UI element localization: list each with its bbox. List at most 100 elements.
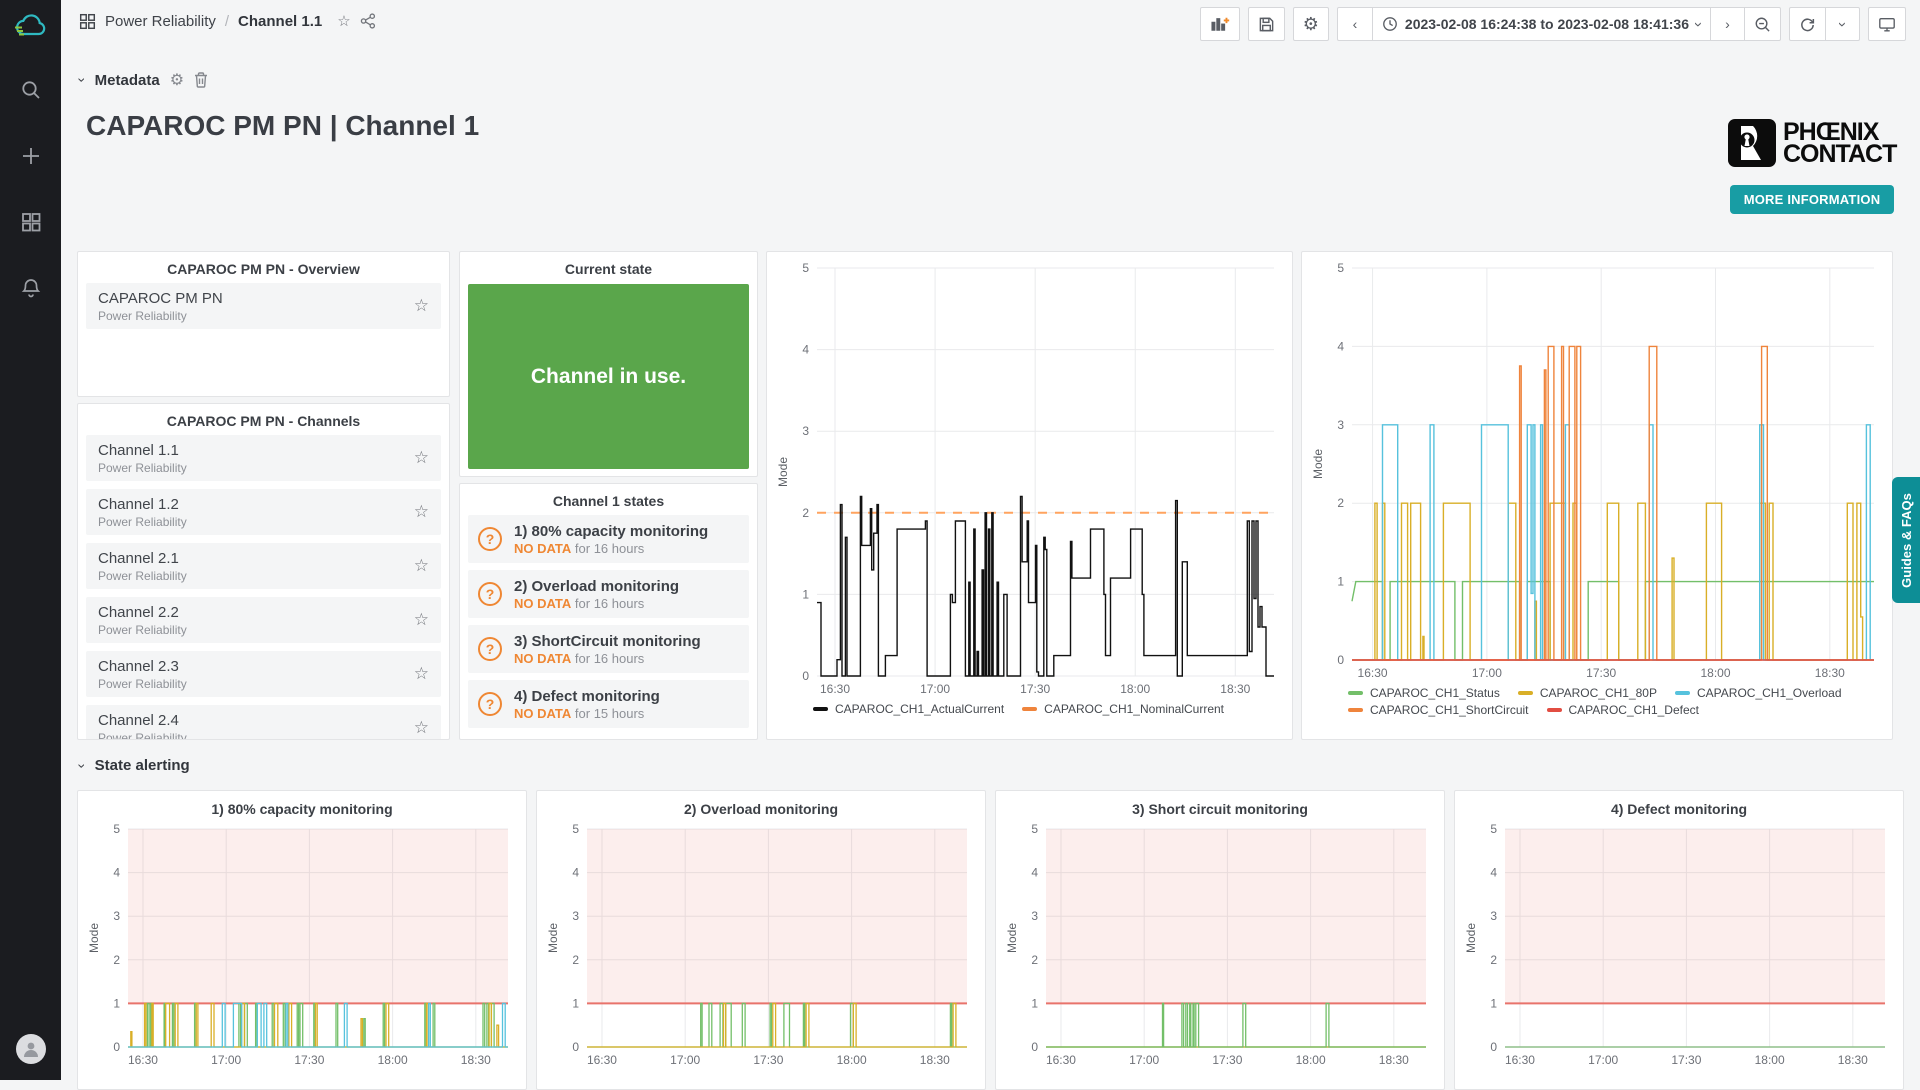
svg-text:18:30: 18:30 — [1379, 1053, 1409, 1067]
panel-title[interactable]: 3) Short circuit monitoring — [1004, 797, 1436, 819]
list-item[interactable]: Channel 1.2Power Reliability☆ — [86, 489, 441, 535]
legend-swatch — [1022, 707, 1037, 711]
dashboard-breadcrumb-icon — [79, 13, 96, 30]
svg-text:Mode: Mode — [776, 457, 790, 487]
legend-item[interactable]: CAPAROC_CH1_Status — [1348, 686, 1500, 700]
shortcircuit-chart[interactable]: 01234516:3017:0017:3018:0018:30Mode — [1004, 819, 1436, 1071]
current-chart[interactable]: 01234516:3017:0017:3018:0018:30Mode — [775, 258, 1284, 700]
list-item-text: CAPAROC PM PNPower Reliability — [98, 290, 223, 323]
star-icon[interactable]: ☆ — [414, 664, 429, 684]
user-avatar[interactable] — [16, 1034, 46, 1064]
dashboard-settings-button[interactable]: ⚙ — [1294, 8, 1328, 40]
favorite-star-button[interactable]: ☆ — [337, 12, 350, 30]
list-item[interactable]: Channel 2.4Power Reliability☆ — [86, 705, 441, 740]
list-item[interactable]: Channel 1.1Power Reliability☆ — [86, 435, 441, 481]
state-item-text: 2) Overload monitoringNO DATA for 16 hou… — [514, 578, 679, 611]
zoom-out-button[interactable] — [1744, 8, 1780, 40]
legend-swatch — [813, 707, 828, 711]
clock-icon — [1382, 16, 1398, 32]
panel-title[interactable]: Current state — [468, 258, 749, 283]
add-panel-button[interactable] — [1201, 8, 1239, 40]
sidebar-item-search[interactable] — [11, 70, 51, 110]
collapse-chevron-icon[interactable]: › — [74, 763, 90, 768]
svg-text:17:00: 17:00 — [920, 682, 950, 696]
svg-text:2: 2 — [1490, 953, 1497, 967]
panel-overload-monitoring: 2) Overload monitoring 01234516:3017:001… — [536, 790, 986, 1090]
legend-label: CAPAROC_CH1_Defect — [1569, 703, 1700, 717]
overview-list: CAPAROC PM PNPower Reliability ☆ — [86, 283, 441, 329]
star-icon[interactable]: ☆ — [414, 502, 429, 522]
defect-chart[interactable]: 01234516:3017:0017:3018:0018:30Mode — [1463, 819, 1895, 1071]
star-icon[interactable]: ☆ — [414, 296, 429, 316]
star-icon[interactable]: ☆ — [414, 718, 429, 738]
sidebar-item-alerting[interactable] — [11, 268, 51, 308]
legend-item[interactable]: CAPAROC_CH1_ActualCurrent — [813, 702, 1004, 716]
state-item-text: 1) 80% capacity monitoringNO DATA for 16… — [514, 523, 708, 556]
list-item[interactable]: Channel 2.3Power Reliability☆ — [86, 651, 441, 697]
panel-current-state: Current state Channel in use. — [459, 251, 758, 477]
panel-title[interactable]: 2) Overload monitoring — [545, 797, 977, 819]
capacity-chart[interactable]: 01234516:3017:0017:3018:0018:30Mode — [86, 819, 518, 1071]
star-icon[interactable]: ☆ — [414, 610, 429, 630]
list-item[interactable]: Channel 2.1Power Reliability☆ — [86, 543, 441, 589]
question-circle-icon: ? — [478, 582, 502, 606]
row-title-metadata[interactable]: Metadata — [95, 72, 160, 89]
sidebar-item-create[interactable] — [11, 136, 51, 176]
refresh-icon — [1799, 16, 1816, 33]
panel-title[interactable]: Channel 1 states — [468, 490, 749, 515]
states-chart[interactable]: 01234516:3017:0017:3018:0018:30Mode — [1310, 258, 1884, 684]
legend-item[interactable]: CAPAROC_CH1_80P — [1518, 686, 1657, 700]
breadcrumb-dashboard[interactable]: Channel 1.1 — [238, 13, 322, 30]
svg-text:17:00: 17:00 — [1588, 1053, 1618, 1067]
svg-text:3: 3 — [572, 909, 579, 923]
refresh-interval-dropdown[interactable]: › — [1825, 8, 1859, 40]
list-item[interactable]: Channel 2.2Power Reliability ☆ — [86, 597, 441, 643]
legend-item[interactable]: CAPAROC_CH1_Overload — [1675, 686, 1842, 700]
svg-text:17:00: 17:00 — [670, 1053, 700, 1067]
state-alerting-row: › State alerting — [80, 757, 190, 774]
star-icon[interactable]: ☆ — [414, 556, 429, 576]
list-item[interactable]: CAPAROC PM PNPower Reliability ☆ — [86, 283, 441, 329]
collapse-chevron-icon[interactable]: › — [74, 78, 90, 83]
svg-text:Mode: Mode — [1005, 923, 1019, 953]
svg-text:17:00: 17:00 — [1472, 666, 1502, 680]
save-dashboard-button[interactable] — [1249, 8, 1284, 40]
guides-faqs-tab[interactable]: Guides & FAQs — [1892, 477, 1920, 603]
svg-text:1: 1 — [113, 996, 120, 1010]
state-item[interactable]: ?3) ShortCircuit monitoringNO DATA for 1… — [468, 625, 749, 673]
panel-title[interactable]: CAPAROC PM PN - Overview — [86, 258, 441, 283]
panel-title[interactable]: 4) Defect monitoring — [1463, 797, 1895, 819]
gear-icon: ⚙ — [1303, 14, 1319, 35]
legend-item[interactable]: CAPAROC_CH1_ShortCircuit — [1348, 703, 1529, 717]
svg-text:4: 4 — [1490, 866, 1497, 880]
legend-item[interactable]: CAPAROC_CH1_NominalCurrent — [1022, 702, 1224, 716]
svg-text:5: 5 — [1031, 822, 1038, 836]
sidebar-item-dashboards[interactable] — [11, 202, 51, 242]
row-title-state-alerting[interactable]: State alerting — [95, 757, 190, 774]
svg-text:2: 2 — [572, 953, 579, 967]
panel-title[interactable]: CAPAROC PM PN - Channels — [86, 410, 441, 435]
legend-item[interactable]: CAPAROC_CH1_Defect — [1547, 703, 1700, 717]
list-item-text: Channel 2.2Power Reliability — [98, 604, 187, 637]
svg-text:2: 2 — [1031, 953, 1038, 967]
row-settings-button[interactable]: ⚙ — [170, 70, 184, 90]
time-shift-back-button[interactable]: ‹ — [1338, 8, 1372, 40]
time-shift-forward-button[interactable]: › — [1710, 8, 1744, 40]
breadcrumb-folder[interactable]: Power Reliability — [105, 13, 216, 30]
state-item[interactable]: ? 2) Overload monitoringNO DATA for 16 ho… — [468, 570, 749, 618]
share-button[interactable] — [360, 13, 376, 29]
svg-text:0: 0 — [1337, 653, 1344, 667]
panel-capacity-monitoring: 1) 80% capacity monitoring 01234516:3017… — [77, 790, 527, 1090]
time-range-picker[interactable]: 2023-02-08 16:24:38 to 2023-02-08 18:41:… — [1372, 8, 1710, 40]
overload-chart[interactable]: 01234516:3017:0017:3018:0018:30Mode — [545, 819, 977, 1071]
state-item[interactable]: ?4) Defect monitoringNO DATA for 15 hour… — [468, 680, 749, 728]
panel-title[interactable]: 1) 80% capacity monitoring — [86, 797, 518, 819]
row-delete-button[interactable] — [194, 72, 208, 88]
star-icon[interactable]: ☆ — [414, 448, 429, 468]
tv-mode-button[interactable] — [1869, 8, 1905, 40]
more-information-button[interactable]: MORE INFORMATION — [1730, 185, 1894, 214]
breadcrumb-separator: / — [225, 13, 229, 30]
refresh-button[interactable] — [1790, 8, 1825, 40]
app-logo[interactable] — [11, 10, 51, 44]
state-item[interactable]: ?1) 80% capacity monitoringNO DATA for 1… — [468, 515, 749, 563]
